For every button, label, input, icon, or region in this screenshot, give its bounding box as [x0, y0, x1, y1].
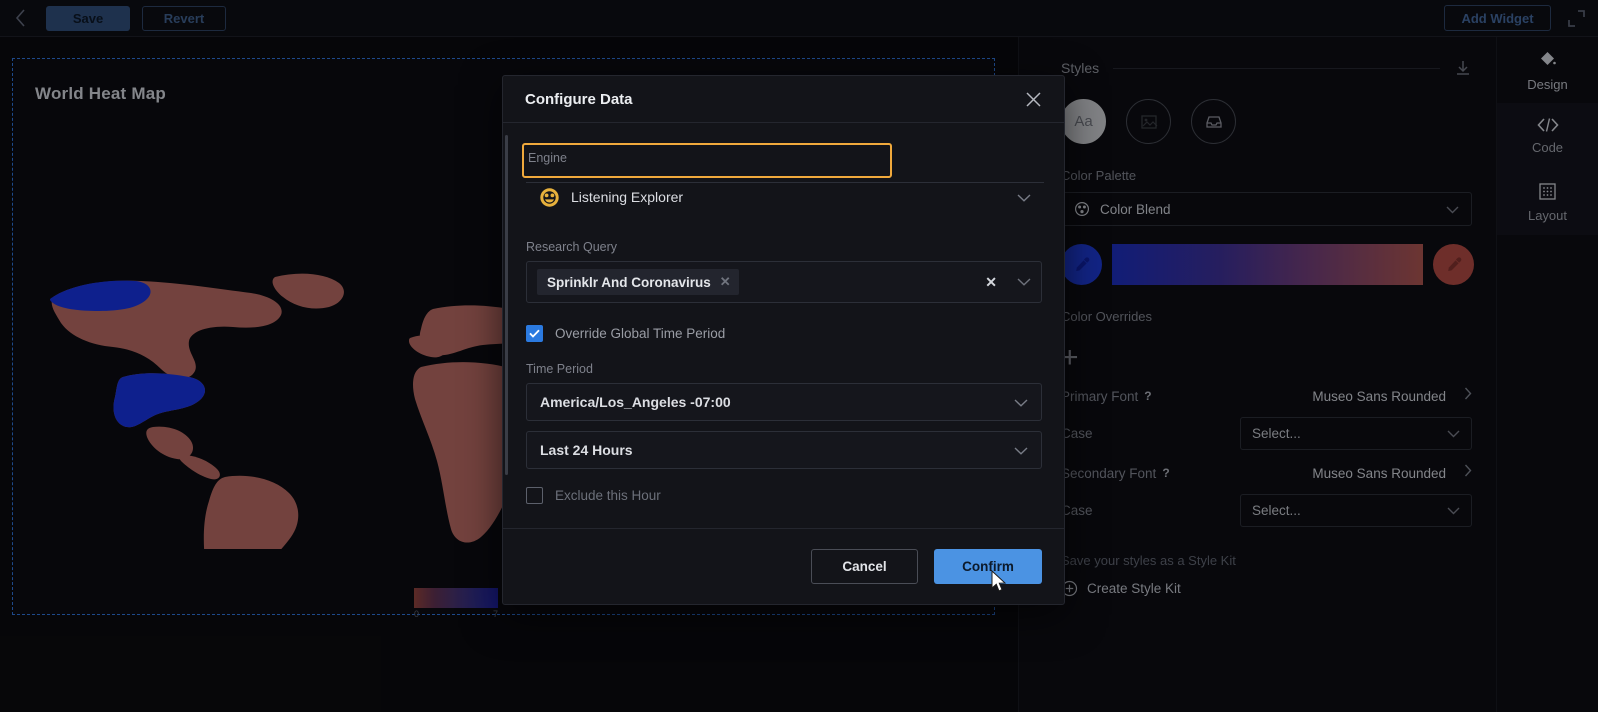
cancel-button[interactable]: Cancel [811, 549, 918, 584]
dialog-title: Configure Data [525, 90, 633, 108]
dialog-footer: Cancel Confirm [503, 528, 1064, 604]
engine-field-underline [526, 182, 1044, 183]
exclude-hour-row[interactable]: Exclude this Hour [526, 487, 1042, 504]
listening-explorer-icon [540, 187, 559, 207]
override-global-time-checkbox[interactable] [526, 325, 543, 342]
time-period-label: Time Period [526, 362, 593, 376]
engine-value: Listening Explorer [571, 189, 684, 205]
clear-selection-button[interactable]: ✕ [985, 274, 997, 291]
app-root: Save Revert Add Widget World Heat Map 0 … [0, 0, 1598, 712]
override-global-time-label: Override Global Time Period [555, 326, 726, 341]
confirm-button[interactable]: Confirm [934, 549, 1042, 584]
dialog-header: Configure Data [503, 76, 1064, 123]
dialog-close-button[interactable] [1025, 91, 1042, 108]
chevron-down-icon [1017, 189, 1031, 205]
exclude-hour-checkbox[interactable] [526, 487, 543, 504]
research-query-label: Research Query [526, 240, 618, 254]
chip-remove-icon[interactable]: ✕ [720, 274, 731, 290]
override-global-time-row[interactable]: Override Global Time Period [526, 325, 1042, 342]
close-icon [1026, 91, 1041, 107]
timezone-select[interactable]: America/Los_Angeles -07:00 [526, 383, 1042, 421]
chevron-down-icon[interactable] [1017, 273, 1031, 291]
dialog-scrollbar[interactable] [505, 135, 508, 475]
configure-data-dialog: Configure Data Engine Listening Explorer… [502, 75, 1065, 605]
exclude-hour-label: Exclude this Hour [555, 488, 661, 503]
research-query-chip[interactable]: Sprinklr And Coronavirus ✕ [537, 269, 739, 295]
research-query-multiselect[interactable]: Sprinklr And Coronavirus ✕ ✕ [526, 261, 1042, 303]
dialog-body: Engine Listening Explorer Research Query… [503, 123, 1064, 528]
time-range-value: Last 24 Hours [540, 442, 633, 458]
engine-select[interactable]: Listening Explorer [526, 178, 1044, 216]
chevron-down-icon [1014, 394, 1028, 410]
time-range-select[interactable]: Last 24 Hours [526, 431, 1042, 469]
chevron-down-icon [1014, 442, 1028, 458]
check-icon [529, 329, 540, 338]
engine-field-wrap: Listening Explorer [526, 144, 1044, 216]
research-query-chip-label: Sprinklr And Coronavirus [547, 274, 711, 290]
timezone-value: America/Los_Angeles -07:00 [540, 394, 731, 410]
